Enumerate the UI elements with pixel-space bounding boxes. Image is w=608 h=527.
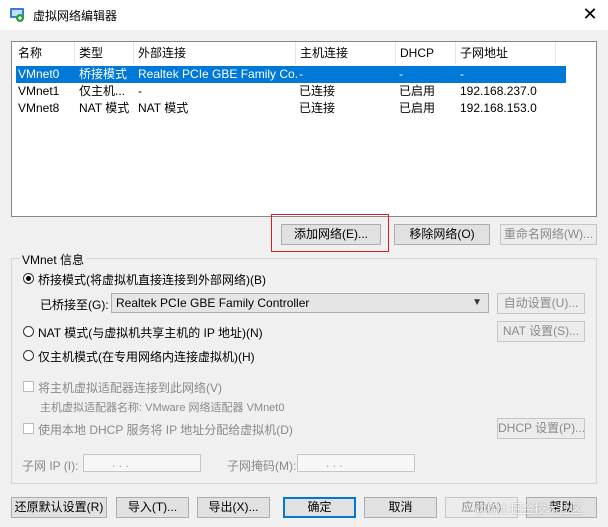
connect-adapter-label[interactable]: 将主机虚拟适配器连接到此网络(V) — [38, 379, 222, 396]
table-cell: - — [460, 67, 464, 81]
bridged-to-label: 已桥接至(G): — [40, 298, 109, 312]
table-cell: 192.168.237.0 — [460, 84, 537, 98]
table-cell: 桥接模式 — [79, 67, 128, 81]
table-cell: NAT 模式 — [79, 101, 130, 115]
vmnet-info-group — [11, 258, 597, 484]
bridged-to-value: Realtek PCIe GBE Family Controller — [116, 296, 310, 310]
column-header-type[interactable]: 类型 — [75, 42, 134, 64]
host-only-radio[interactable] — [23, 350, 34, 361]
host-only-label[interactable]: 仅主机模式(在专用网络内连接虚拟机)(H) — [38, 348, 255, 365]
add-network-button[interactable]: 添加网络(E)... — [281, 224, 381, 245]
auto-settings-button[interactable]: 自动设置(U)... — [497, 293, 585, 314]
dhcp-settings-button[interactable]: DHCP 设置(P)... — [497, 418, 585, 439]
window-title: 虚拟网络编辑器 — [33, 9, 118, 23]
table-cell: 已启用 — [399, 84, 436, 98]
dhcp-label[interactable]: 使用本地 DHCP 服务将 IP 地址分配给虚拟机(D) — [38, 421, 293, 438]
table-cell: - — [138, 84, 142, 98]
connect-adapter-checkbox[interactable] — [23, 381, 34, 392]
column-header-dhcp[interactable]: DHCP — [396, 42, 456, 64]
export-button[interactable]: 导出(X)... — [197, 497, 270, 518]
bridged-label[interactable]: 桥接模式(将虚拟机直接连接到外部网络)(B) — [38, 271, 266, 288]
rename-network-button[interactable]: 重命名网络(W)... — [500, 224, 597, 245]
table-cell: 已启用 — [399, 101, 436, 115]
network-editor-icon — [10, 8, 24, 22]
column-header-host[interactable]: 主机连接 — [296, 42, 396, 64]
subnet-mask-input[interactable]: . . . — [297, 454, 415, 472]
table-cell: 已连接 — [299, 84, 336, 98]
import-button[interactable]: 导入(T)... — [116, 497, 189, 518]
nat-radio[interactable] — [23, 326, 34, 337]
restore-defaults-button[interactable]: 还原默认设置(R) — [11, 497, 107, 518]
table-cell: - — [399, 67, 403, 81]
bridged-radio[interactable] — [23, 273, 34, 284]
column-header-external[interactable]: 外部连接 — [134, 42, 296, 64]
network-table: 名称 类型 外部连接 主机连接 DHCP 子网地址 VMnet0 桥接模式 Re… — [11, 41, 597, 217]
vmnet-info-legend: VMnet 信息 — [20, 251, 87, 268]
nat-label[interactable]: NAT 模式(与虚拟机共享主机的 IP 地址)(N) — [38, 324, 263, 341]
table-cell: 已连接 — [299, 101, 336, 115]
adapter-name-label: 主机虚拟适配器名称: VMware 网络适配器 VMnet0 — [40, 402, 285, 414]
subnet-mask-label: 子网掩码(M): — [227, 459, 297, 473]
chevron-down-icon: ▼ — [472, 297, 482, 308]
nat-settings-button[interactable]: NAT 设置(S)... — [497, 321, 585, 342]
table-cell: VMnet1 — [18, 84, 60, 98]
subnet-ip-input[interactable]: . . . — [83, 454, 201, 472]
table-cell: VMnet0 — [18, 67, 60, 81]
radio-selected-dot — [26, 276, 31, 281]
table-cell: Realtek PCIe GBE Family Co... — [138, 67, 298, 81]
close-icon[interactable]: ✕ — [572, 0, 608, 30]
cancel-button[interactable]: 取消 — [364, 497, 437, 518]
table-row[interactable]: VMnet8 NAT 模式 NAT 模式 已连接 已启用 192.168.153… — [16, 100, 566, 117]
table-cell: - — [299, 67, 303, 81]
table-row[interactable]: VMnet0 桥接模式 Realtek PCIe GBE Family Co..… — [16, 66, 566, 83]
table-row[interactable]: VMnet1 仅主机... - 已连接 已启用 192.168.237.0 — [16, 83, 566, 100]
mask-separators: . . . — [326, 456, 343, 470]
ip-separators: . . . — [112, 456, 129, 470]
dhcp-checkbox[interactable] — [23, 423, 34, 434]
remove-network-button[interactable]: 移除网络(O) — [394, 224, 490, 245]
ok-button[interactable]: 确定 — [283, 497, 356, 518]
watermark: @稀土掘金技术社区 — [474, 502, 583, 516]
column-header-name[interactable]: 名称 — [14, 42, 75, 64]
subnet-ip-label: 子网 IP (I): — [22, 459, 79, 473]
table-cell: 192.168.153.0 — [460, 101, 537, 115]
table-cell: NAT 模式 — [138, 101, 189, 115]
table-cell: 仅主机... — [79, 84, 126, 98]
table-cell: VMnet8 — [18, 101, 60, 115]
column-header-subnet[interactable]: 子网地址 — [456, 42, 556, 64]
bridged-to-select[interactable]: Realtek PCIe GBE Family Controller ▼ — [111, 293, 489, 313]
